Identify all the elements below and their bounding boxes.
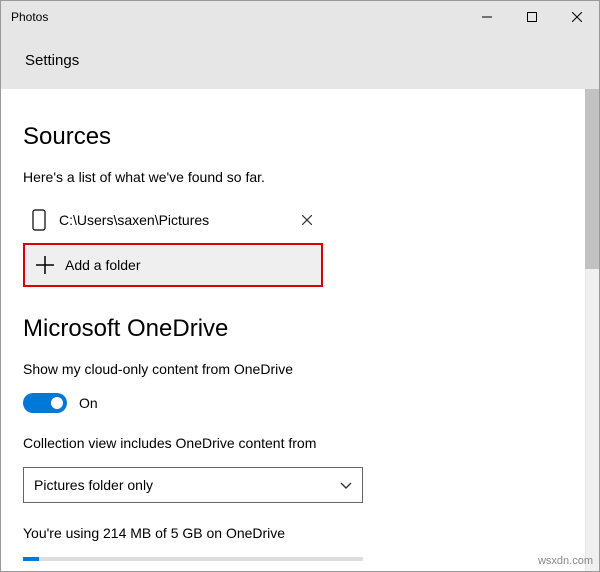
settings-content: Sources Here's a list of what we've foun… [1, 89, 599, 571]
onedrive-heading: Microsoft OneDrive [23, 315, 577, 343]
maximize-button[interactable] [509, 1, 554, 33]
onedrive-toggle-row: On [23, 393, 577, 413]
onedrive-content-select[interactable]: Pictures folder only [23, 467, 363, 503]
photos-settings-window: Photos Settings Sources Here's a list of… [0, 0, 600, 572]
onedrive-usage-fill [23, 557, 39, 561]
minimize-button[interactable] [464, 1, 509, 33]
add-folder-label: Add a folder [65, 257, 141, 273]
onedrive-toggle[interactable] [23, 393, 67, 413]
close-button[interactable] [554, 1, 599, 33]
sources-description: Here's a list of what we've found so far… [23, 169, 577, 185]
window-title: Photos [1, 10, 48, 24]
add-folder-button[interactable]: Add a folder [23, 243, 323, 287]
onedrive-usage-bar [23, 557, 363, 561]
toggle-state-label: On [79, 395, 98, 411]
onedrive-usage-text: You're using 214 MB of 5 GB on OneDrive [23, 525, 577, 541]
source-item: C:\Users\saxen\Pictures [23, 201, 323, 239]
chevron-down-icon [340, 477, 352, 493]
window-controls [464, 1, 599, 33]
collection-view-label: Collection view includes OneDrive conten… [23, 435, 577, 451]
sources-heading: Sources [23, 123, 577, 151]
page-header: Settings [1, 33, 599, 89]
plus-icon [25, 255, 65, 275]
select-value: Pictures folder only [34, 477, 153, 493]
drive-icon [23, 209, 55, 231]
remove-source-button[interactable] [291, 215, 323, 225]
titlebar: Photos [1, 1, 599, 33]
onedrive-cloud-label: Show my cloud-only content from OneDrive [23, 361, 577, 377]
page-title: Settings [25, 52, 79, 69]
source-path: C:\Users\saxen\Pictures [55, 212, 291, 228]
watermark: wsxdn.com [538, 555, 593, 567]
